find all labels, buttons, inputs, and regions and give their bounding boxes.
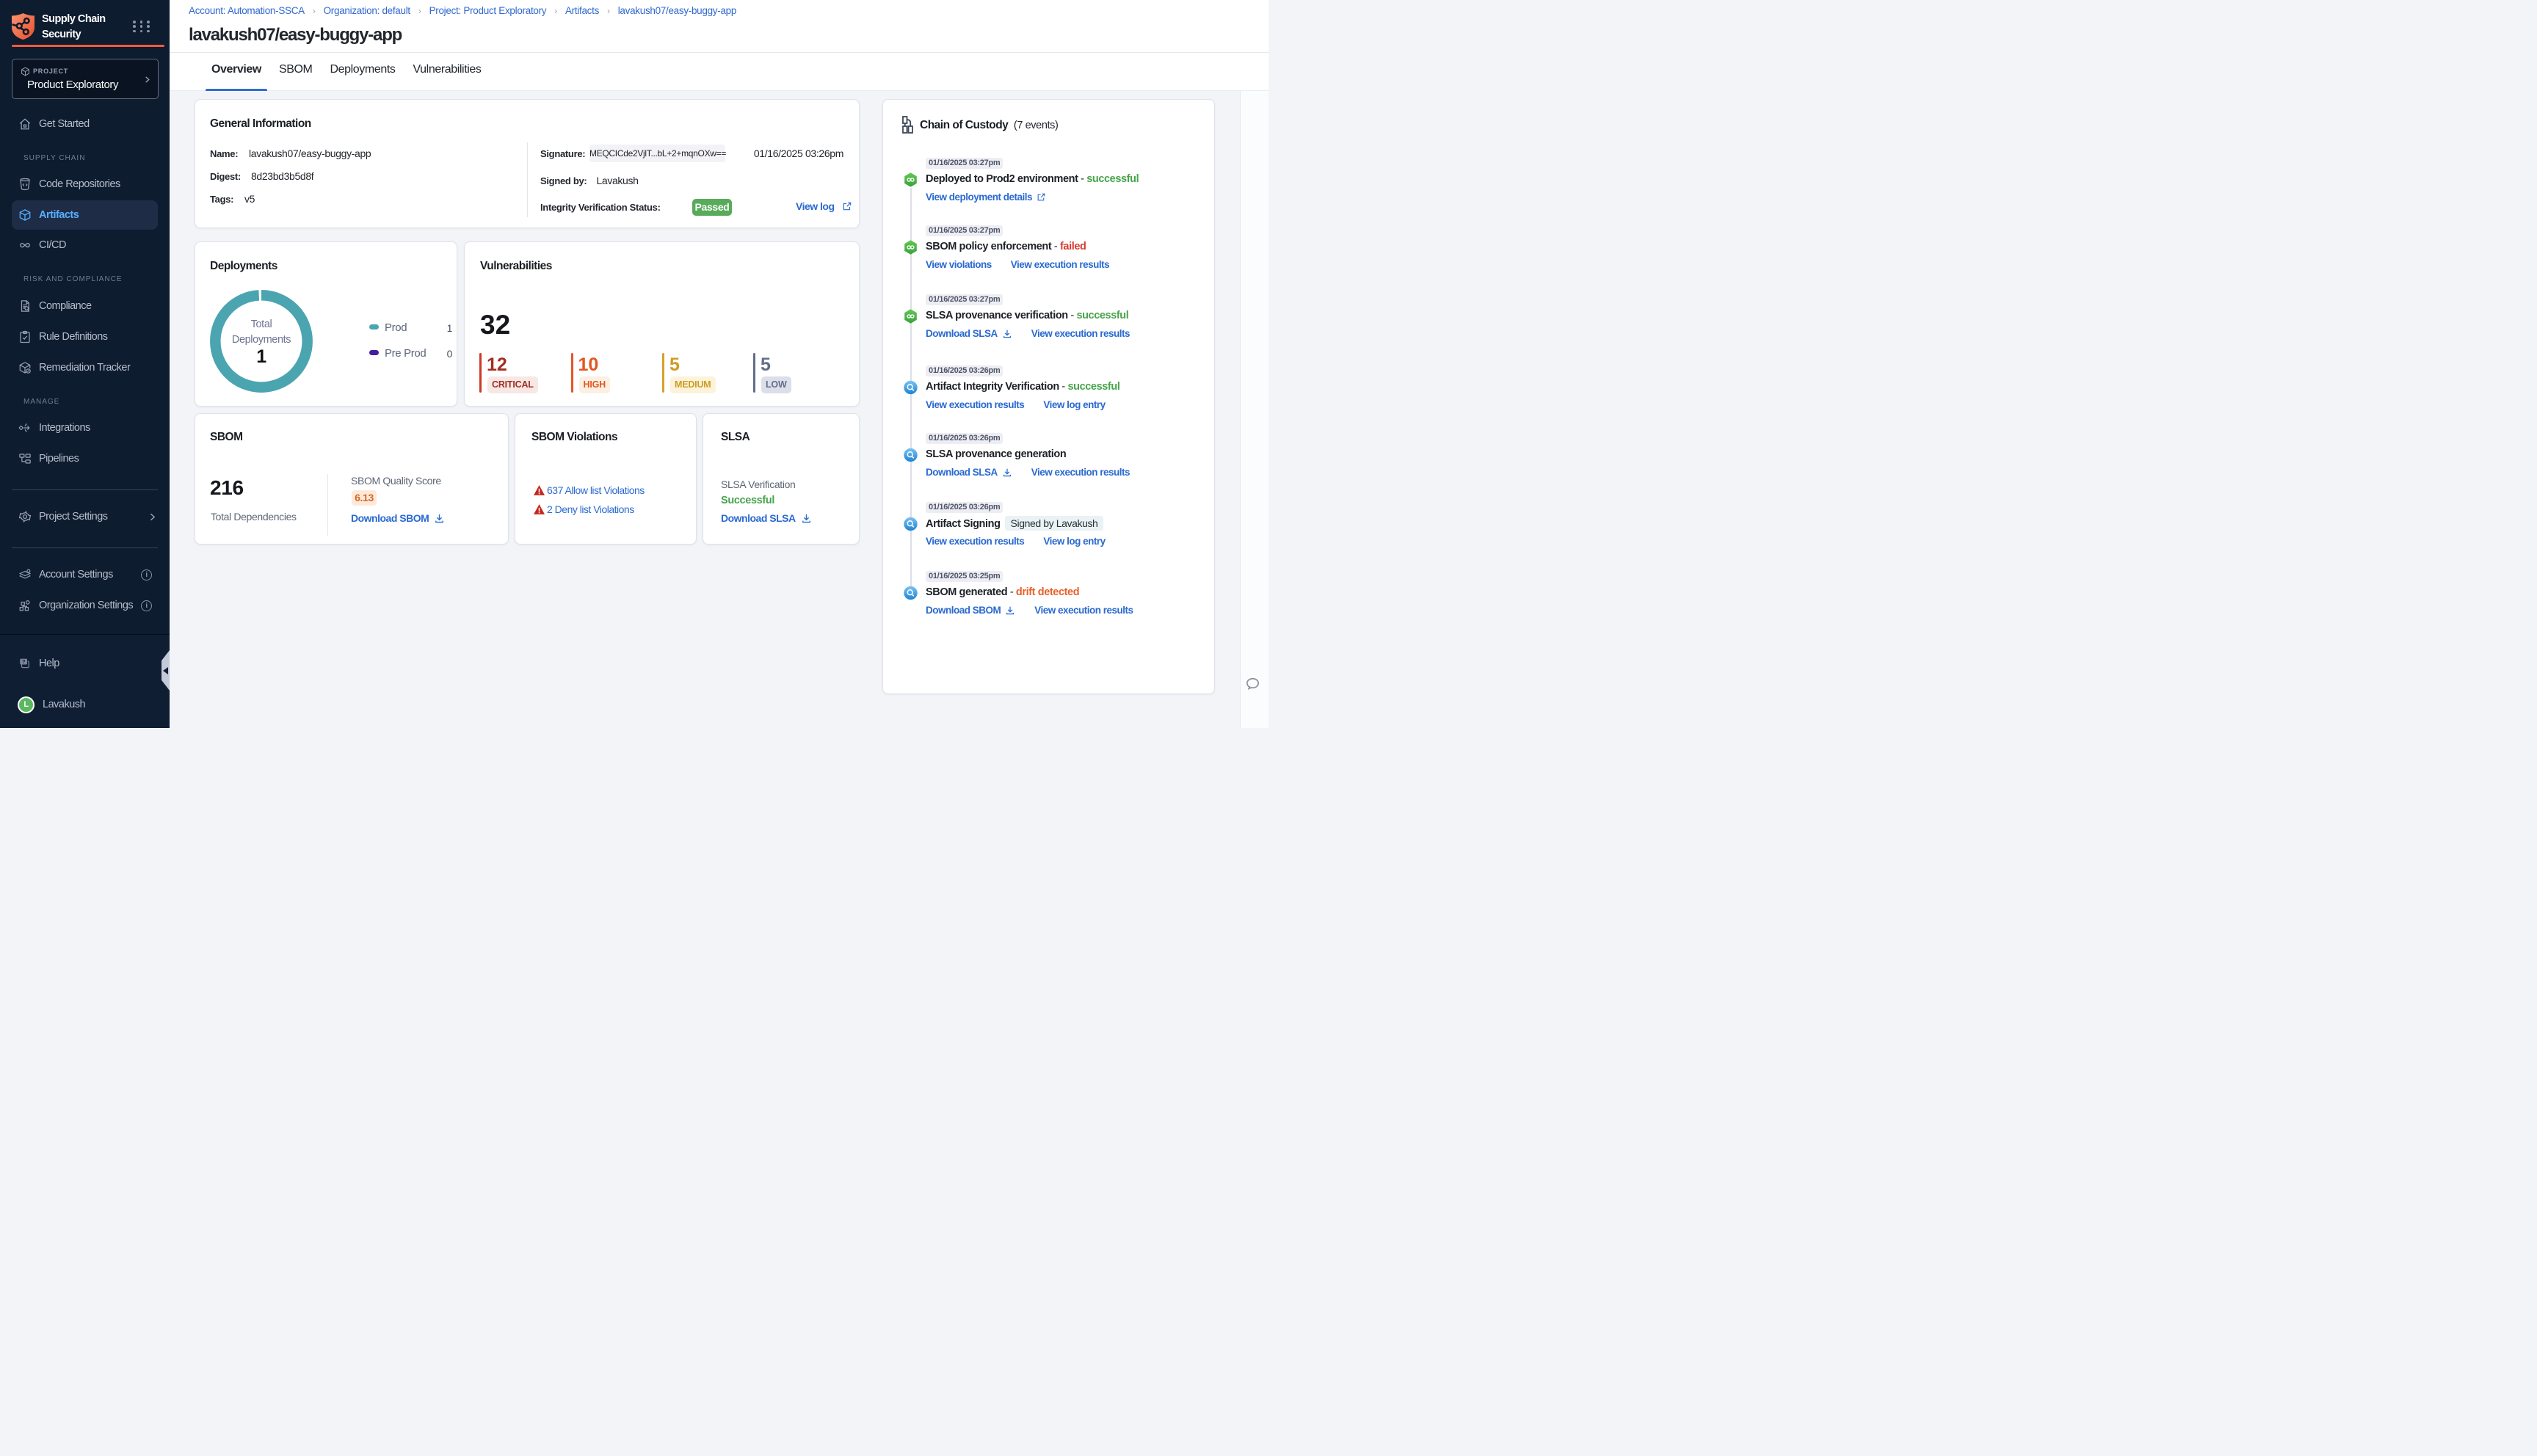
svg-text:?: ?: [22, 659, 25, 665]
